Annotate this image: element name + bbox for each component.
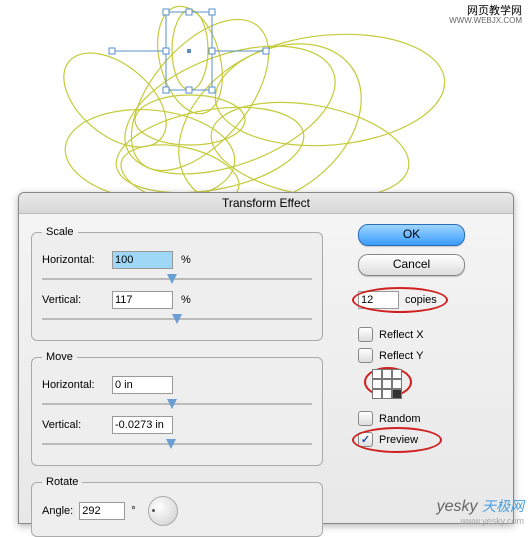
scale-h-input[interactable] <box>112 251 173 269</box>
anchor-grid[interactable] <box>372 369 402 399</box>
watermark-bottom: yesky 天极网 www.yesky.com <box>437 496 524 526</box>
scale-h-label: Horizontal: <box>42 254 112 266</box>
watermark-cn: 天极网 <box>482 498 524 514</box>
rotate-dial[interactable] <box>148 496 178 526</box>
scale-h-slider[interactable] <box>42 274 312 284</box>
scale-v-label: Vertical: <box>42 294 112 306</box>
rotate-legend: Rotate <box>42 476 82 488</box>
rotate-angle-input[interactable] <box>79 502 125 520</box>
move-group: Move Horizontal: Vertical: <box>31 351 323 466</box>
rotate-angle-label: Angle: <box>42 505 73 517</box>
move-v-slider[interactable] <box>42 439 312 449</box>
watermark-top-url: WWW.WEBJX.COM <box>449 17 522 26</box>
scale-v-slider[interactable] <box>42 314 312 324</box>
highlight-ring-preview <box>352 427 442 453</box>
scale-v-input[interactable] <box>112 291 173 309</box>
canvas-artwork <box>0 0 530 200</box>
move-v-label: Vertical: <box>42 419 112 431</box>
random-checkbox[interactable]: Random <box>358 411 498 426</box>
rotate-angle-unit: ° <box>131 505 135 517</box>
watermark-url: www.yesky.com <box>437 516 524 526</box>
move-h-slider[interactable] <box>42 399 312 409</box>
scale-v-unit: % <box>181 294 191 306</box>
scale-h-unit: % <box>181 254 191 266</box>
highlight-ring-copies <box>352 287 448 313</box>
watermark-top: 网页教学网 WWW.WEBJX.COM <box>449 5 522 26</box>
transform-effect-dialog: Transform Effect Scale Horizontal: % Ver… <box>18 192 514 524</box>
scale-group: Scale Horizontal: % Vertical: % <box>31 226 323 341</box>
rotate-group: Rotate Angle: ° <box>31 476 323 537</box>
watermark-logo: yesky <box>437 498 478 515</box>
move-legend: Move <box>42 351 77 363</box>
move-h-label: Horizontal: <box>42 379 112 391</box>
preview-checkbox[interactable]: ✓Preview <box>358 432 498 447</box>
scale-legend: Scale <box>42 226 78 238</box>
ok-button[interactable]: OK <box>358 224 465 246</box>
reflect-y-checkbox[interactable]: Reflect Y <box>358 348 498 363</box>
cancel-button[interactable]: Cancel <box>358 254 465 276</box>
reflect-x-checkbox[interactable]: Reflect X <box>358 327 498 342</box>
move-v-input[interactable] <box>112 416 173 434</box>
move-h-input[interactable] <box>112 376 173 394</box>
dialog-title: Transform Effect <box>19 193 513 214</box>
